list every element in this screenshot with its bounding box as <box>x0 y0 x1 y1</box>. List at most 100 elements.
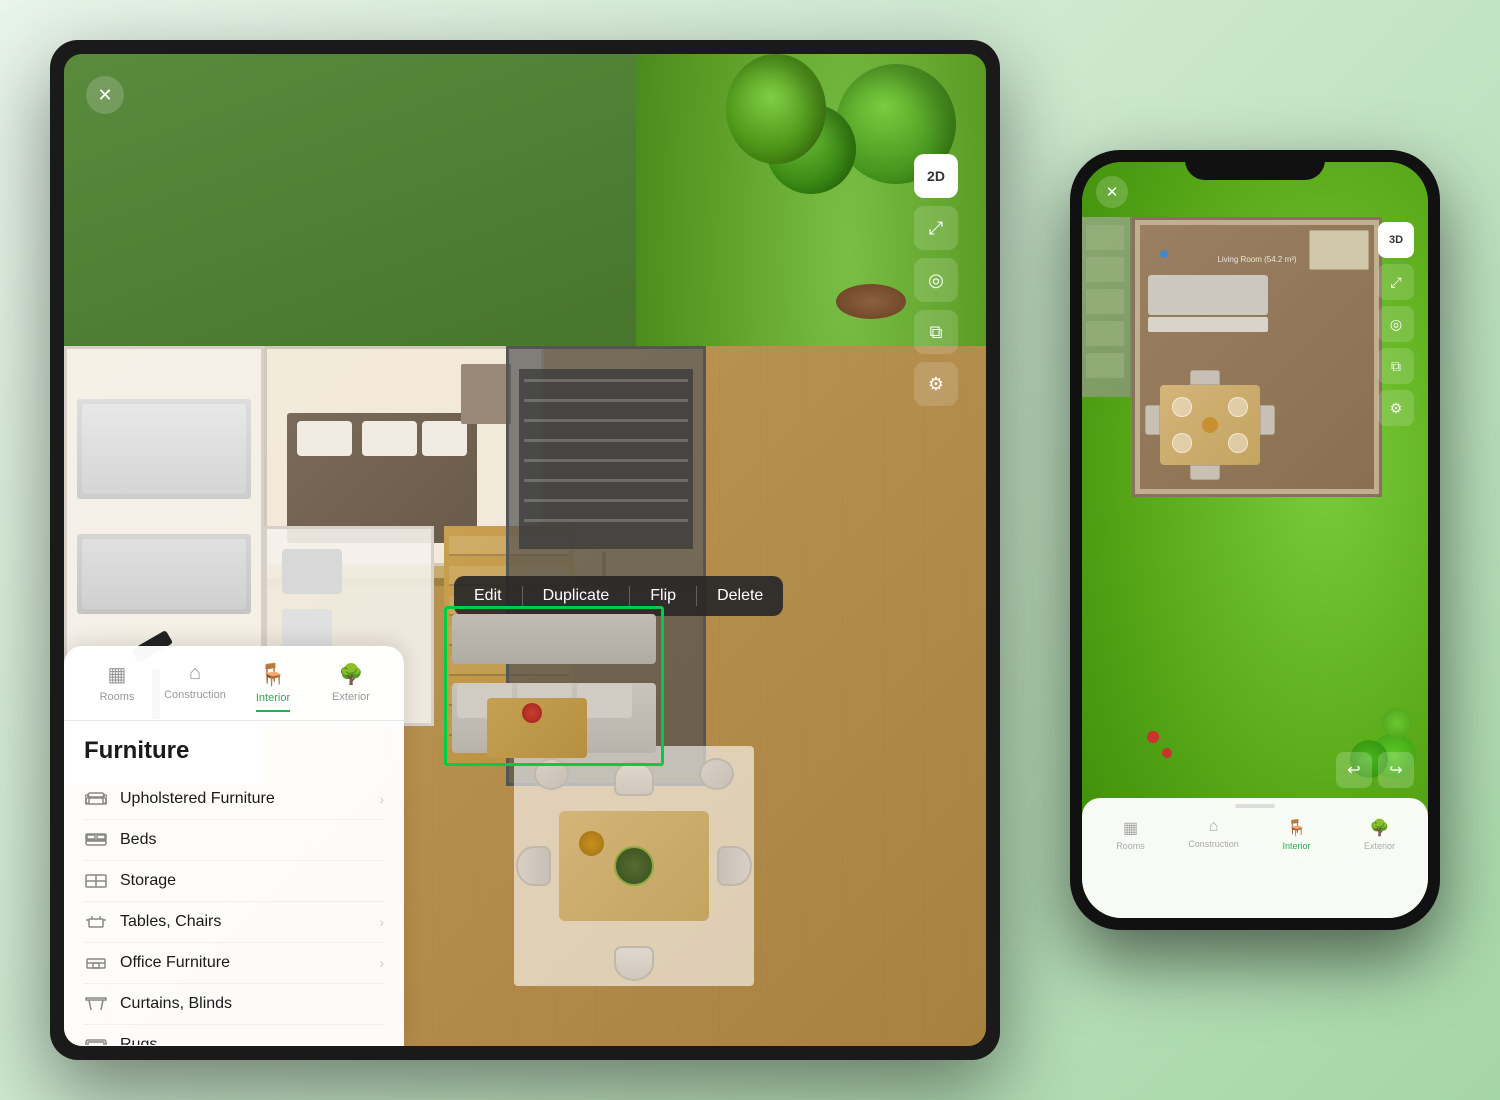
phone-notch <box>1185 150 1325 180</box>
context-menu-flip[interactable]: Flip <box>650 587 676 605</box>
tablet-view-toggle-button[interactable]: 2D <box>914 154 958 198</box>
phone-undo-button[interactable]: ↩ <box>1336 752 1372 788</box>
interior-icon: 🪑 <box>259 662 286 688</box>
phone-view-toggle-button[interactable]: 3D <box>1378 222 1414 258</box>
sofa-back <box>452 614 656 664</box>
dining-table <box>559 811 709 921</box>
menu-item-upholstered[interactable]: Upholstered Furniture › <box>84 779 384 820</box>
menu-item-curtains-label: Curtains, Blinds <box>120 995 384 1013</box>
beds-icon <box>84 831 108 849</box>
app-scene: ✕ Edit Duplicate Flip Delete 2D ⤢ <box>0 0 1500 1100</box>
phone-sideboard <box>1309 230 1369 270</box>
phone-screen: Living Room (54.2 m²) <box>1082 162 1428 918</box>
dining-chair-bottom <box>614 946 654 981</box>
context-menu-separator-1 <box>522 586 523 606</box>
phone-close-button[interactable]: ✕ <box>1096 176 1128 208</box>
dining-chair-right <box>717 846 752 886</box>
rooms-icon: ▦ <box>108 662 127 687</box>
context-menu-duplicate[interactable]: Duplicate <box>543 587 610 605</box>
phone-floor: Living Room (54.2 m²) <box>1140 225 1374 489</box>
office-chevron: › <box>379 955 384 971</box>
phone-tab-interior[interactable]: 🪑 Interior <box>1256 818 1337 857</box>
bed-furniture <box>287 413 477 543</box>
phone-flower-1 <box>1147 731 1159 743</box>
tablet-expand-button[interactable]: ⤢ <box>914 206 958 250</box>
tablet-settings-button[interactable]: ⚙ <box>914 362 958 406</box>
phone-dining-area <box>1160 385 1260 465</box>
menu-item-office-label: Office Furniture <box>120 954 367 972</box>
menu-item-office[interactable]: Office Furniture › <box>84 943 384 984</box>
tab-construction[interactable]: ⌂ Construction <box>158 658 232 720</box>
coffee-table <box>487 698 587 758</box>
phone-tab-construction[interactable]: ⌂ Construction <box>1173 818 1254 857</box>
furniture-panel: ▦ Rooms ⌂ Construction 🪑 Interior 🌳 Exte… <box>64 646 404 1046</box>
phone-house-outline: Living Room (54.2 m²) <box>1132 217 1382 497</box>
tab-exterior[interactable]: 🌳 Exterior <box>314 658 388 720</box>
upholstered-icon <box>84 790 108 808</box>
menu-item-tables-chairs[interactable]: Tables, Chairs › <box>84 902 384 943</box>
curtains-icon <box>84 995 108 1013</box>
context-menu-separator-3 <box>696 586 697 606</box>
menu-item-storage-label: Storage <box>120 872 384 890</box>
menu-item-rugs[interactable]: Rugs <box>84 1025 384 1045</box>
menu-item-curtains[interactable]: Curtains, Blinds <box>84 984 384 1025</box>
phone-interior-icon: 🪑 <box>1287 818 1307 838</box>
menu-item-upholstered-label: Upholstered Furniture <box>120 790 367 808</box>
storage-icon <box>84 872 108 890</box>
panel-content: Furniture Upholstered Furniture › Beds <box>64 721 404 1045</box>
tables-chairs-chevron: › <box>379 914 384 930</box>
phone-tab-rooms[interactable]: ▦ Rooms <box>1090 818 1171 857</box>
phone-shrub-3 <box>1382 708 1412 738</box>
upholstered-chevron: › <box>379 791 384 807</box>
context-menu-edit[interactable]: Edit <box>474 587 502 605</box>
menu-item-storage[interactable]: Storage <box>84 861 384 902</box>
phone-panel-tabs: ▦ Rooms ⌂ Construction 🪑 Interior 🌳 Exte… <box>1082 808 1428 857</box>
sofa-selection-outline <box>444 606 664 766</box>
dining-chair-top <box>614 761 654 796</box>
tablet-camera-button[interactable]: ◎ <box>914 258 958 302</box>
phone-layers-button[interactable]: ⧉ <box>1378 348 1414 384</box>
phone-redo-button[interactable]: ↪ <box>1378 752 1414 788</box>
phone-flower-2 <box>1162 748 1172 758</box>
tablet-device: ✕ Edit Duplicate Flip Delete 2D ⤢ <box>50 40 1000 1060</box>
phone-expand-button[interactable]: ⤢ <box>1378 264 1414 300</box>
kitchen-counter-bottom <box>77 534 251 614</box>
context-menu-separator-2 <box>629 586 630 606</box>
phone-tab-exterior[interactable]: 🌳 Exterior <box>1339 818 1420 857</box>
kitchen-counter-top <box>77 399 251 499</box>
tablet-screen: ✕ Edit Duplicate Flip Delete 2D ⤢ <box>64 54 986 1046</box>
phone-panel: ▦ Rooms ⌂ Construction 🪑 Interior 🌳 Exte… <box>1082 798 1428 918</box>
phone-device: Living Room (54.2 m²) <box>1070 150 1440 930</box>
rugs-icon <box>84 1036 108 1045</box>
construction-icon: ⌂ <box>189 662 201 685</box>
tables-chairs-icon <box>84 913 108 931</box>
tablet-close-button[interactable]: ✕ <box>86 76 124 114</box>
exterior-icon: 🌳 <box>339 662 364 687</box>
menu-item-beds-label: Beds <box>120 831 384 849</box>
phone-camera-button[interactable]: ◎ <box>1378 306 1414 342</box>
phone-toolbar: 3D ⤢ ◎ ⧉ ⚙ <box>1378 222 1414 426</box>
tablet-layers-button[interactable]: ⧉ <box>914 310 958 354</box>
phone-settings-button[interactable]: ⚙ <box>1378 390 1414 426</box>
tab-rooms[interactable]: ▦ Rooms <box>80 658 154 720</box>
office-icon <box>84 954 108 972</box>
panel-title: Furniture <box>84 737 384 765</box>
phone-construction-icon: ⌂ <box>1209 818 1219 836</box>
menu-item-rugs-label: Rugs <box>120 1036 384 1045</box>
panel-tabs: ▦ Rooms ⌂ Construction 🪑 Interior 🌳 Exte… <box>64 646 404 721</box>
phone-rooms-icon: ▦ <box>1123 818 1138 838</box>
dining-chair-tr <box>699 758 734 790</box>
tab-interior[interactable]: 🪑 Interior <box>236 658 310 720</box>
phone-marker <box>1160 250 1168 258</box>
tree-dirt <box>836 284 906 319</box>
dining-area <box>504 736 764 996</box>
phone-undo-redo-controls: ↩ ↪ <box>1336 752 1414 788</box>
context-menu-delete[interactable]: Delete <box>717 587 763 605</box>
menu-item-tables-chairs-label: Tables, Chairs <box>120 913 367 931</box>
phone-patio <box>1082 217 1132 397</box>
menu-item-beds[interactable]: Beds <box>84 820 384 861</box>
tree-3 <box>726 54 826 164</box>
phone-panel-handle <box>1082 798 1428 808</box>
tablet-toolbar: 2D ⤢ ◎ ⧉ ⚙ <box>910 154 962 846</box>
phone-exterior-icon: 🌳 <box>1370 818 1390 838</box>
